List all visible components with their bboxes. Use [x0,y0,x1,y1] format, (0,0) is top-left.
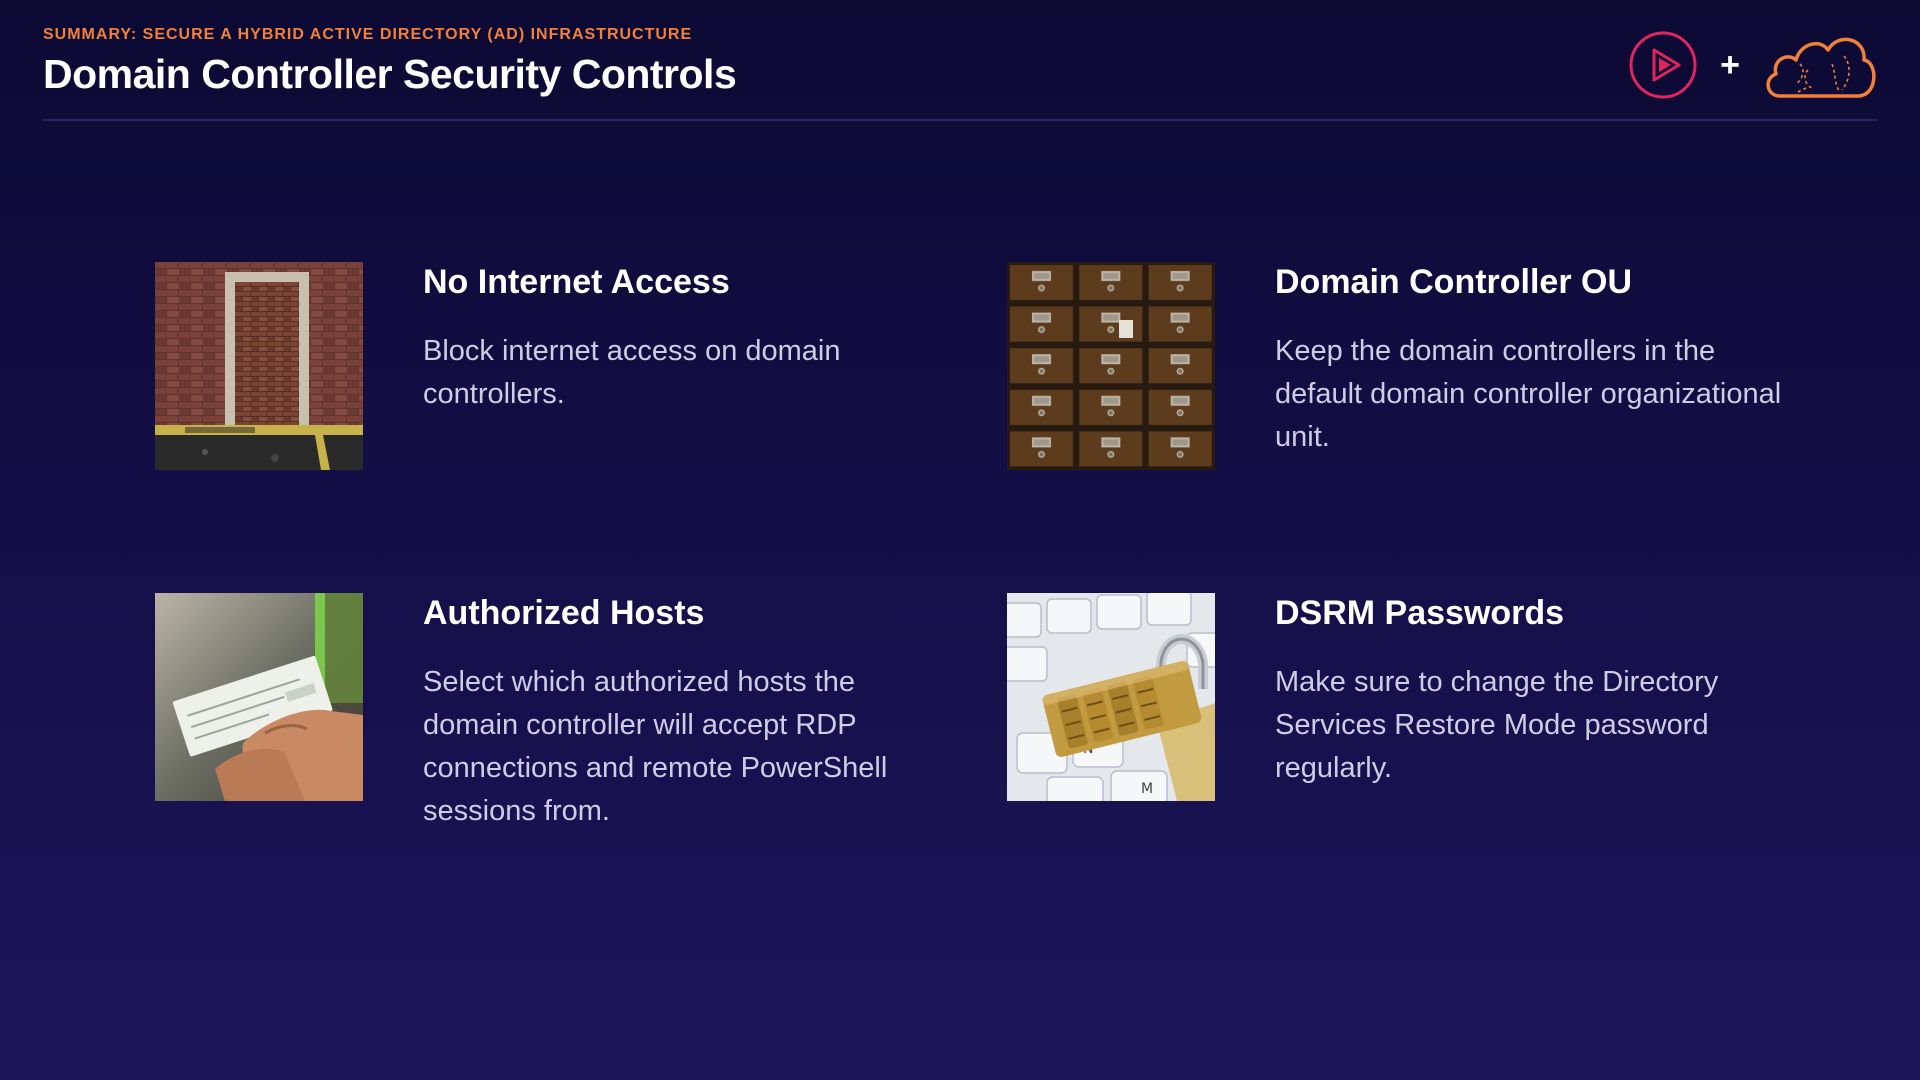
card-description: Block internet access on domain controll… [423,335,841,410]
card-title: No Internet Access [423,263,730,301]
card-title: Domain Controller OU [1275,263,1633,301]
card-text: Domain Controller OU Keep the domain con… [1275,262,1795,459]
card-description: Make sure to change the Directory Servic… [1275,666,1719,784]
cloud-logo-icon [1762,30,1878,100]
card-text: DSRM Passwords Make sure to change the D… [1275,593,1795,790]
plus-sign: + [1720,46,1740,84]
slide-header: SUMMARY: SECURE A HYBRID ACTIVE DIRECTOR… [43,24,1877,98]
control-card-authorized-hosts: Authorized Hosts Select which authorized… [155,593,935,893]
control-card-no-internet: No Internet Access Block internet access… [155,262,935,562]
brand-logos: + [1628,30,1878,100]
section-eyebrow: SUMMARY: SECURE A HYBRID ACTIVE DIRECTOR… [43,26,693,43]
handing-check-image [155,593,363,801]
card-text: No Internet Access Block internet access… [423,262,943,416]
controls-grid: No Internet Access Block internet access… [155,262,1781,862]
padlock-keyboard-image: N M [1007,593,1215,801]
svg-text:M: M [1141,781,1153,797]
card-description: Keep the domain controllers in the defau… [1275,335,1782,453]
play-logo-icon [1628,30,1698,100]
card-title: Authorized Hosts [423,594,705,632]
page-title: Domain Controller Security Controls [43,51,737,97]
control-card-dc-ou: Domain Controller OU Keep the domain con… [1007,262,1787,562]
card-text: Authorized Hosts Select which authorized… [423,593,943,833]
card-description: Select which authorized hosts the domain… [423,666,888,827]
card-catalog-image [1007,262,1215,470]
brick-doorway-image [155,262,363,470]
control-card-dsrm: N M [1007,593,1787,893]
card-title: DSRM Passwords [1275,594,1565,632]
header-divider [43,119,1877,121]
